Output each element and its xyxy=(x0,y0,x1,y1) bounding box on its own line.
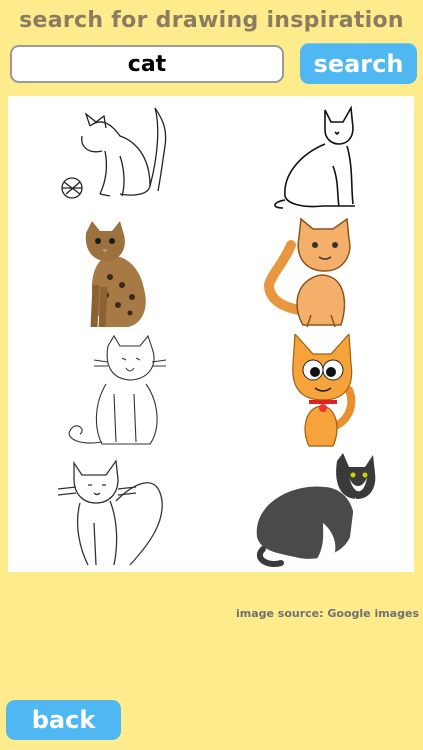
cat-gray-white-icon xyxy=(256,453,375,567)
result-image[interactable] xyxy=(8,96,211,215)
result-image[interactable] xyxy=(211,334,414,453)
cat-sketch-ball-icon xyxy=(60,107,166,199)
cat-photo-bengal-icon xyxy=(85,221,146,328)
result-image[interactable] xyxy=(211,215,414,334)
result-image[interactable] xyxy=(8,453,211,572)
result-image[interactable] xyxy=(8,334,211,453)
image-results-grid xyxy=(8,96,414,572)
cat-sketch-fluffy-icon xyxy=(68,334,166,445)
search-button[interactable]: search xyxy=(300,43,417,84)
result-image[interactable] xyxy=(211,453,414,572)
page-title: search for drawing inspiration xyxy=(19,8,404,33)
cat-sketch-sitting-icon xyxy=(273,105,355,209)
cat-sketch-long-tail-icon xyxy=(57,459,163,566)
cat-cartoon-orange-icon xyxy=(263,217,351,328)
result-image[interactable] xyxy=(8,215,211,334)
search-input[interactable] xyxy=(10,45,284,83)
image-source-caption: image source: Google images xyxy=(235,607,419,620)
back-button[interactable]: back xyxy=(6,700,121,740)
result-image[interactable] xyxy=(211,96,414,215)
cat-cartoon-big-eyes-icon xyxy=(291,334,355,447)
